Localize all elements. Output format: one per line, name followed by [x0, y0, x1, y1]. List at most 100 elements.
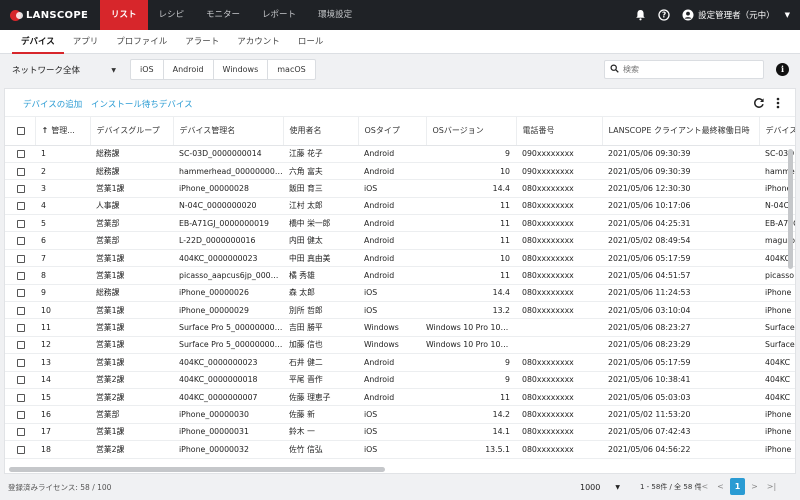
- account-icon[interactable]: [681, 8, 695, 22]
- nav-item-recipe[interactable]: レシピ: [148, 0, 196, 30]
- row-checkbox[interactable]: [17, 271, 25, 280]
- row-checkbox[interactable]: [17, 341, 25, 350]
- table-cell: 9: [35, 284, 90, 303]
- column-header-group[interactable]: デバイスグループ: [90, 117, 174, 146]
- column-header-user[interactable]: 使用者名: [283, 117, 359, 146]
- column-header-id[interactable]: ↑ 管理...: [35, 117, 91, 146]
- column-header-os-version[interactable]: OSバージョン: [426, 117, 517, 146]
- os-filter-windows[interactable]: Windows: [214, 60, 269, 79]
- nav-item-monitor[interactable]: モニター: [195, 0, 251, 30]
- more-vertical-icon[interactable]: [775, 96, 781, 110]
- table-row[interactable]: 16 営業部 iPhone_00000030 佐藤 新 iOS 14.2 080xxxxxx…: [5, 405, 795, 424]
- help-icon[interactable]: ?: [657, 8, 671, 22]
- next-page-icon[interactable]: >: [747, 478, 762, 495]
- row-checkbox[interactable]: [17, 306, 25, 315]
- row-checkbox[interactable]: [17, 202, 25, 211]
- table-row[interactable]: 15 営業2課 404KC_0000000007 佐藤 理恵子 Android 11 080…: [5, 388, 795, 407]
- row-checkbox[interactable]: [17, 411, 25, 420]
- row-checkbox[interactable]: [17, 184, 25, 193]
- row-checkbox[interactable]: [17, 445, 25, 454]
- horizontal-scrollbar[interactable]: [9, 467, 385, 472]
- table-cell: Android: [358, 266, 426, 285]
- table-row[interactable]: 12 営業1課 Surface Pro 5_0000000045 加藤 信也 Windo…: [5, 336, 795, 355]
- add-device-link[interactable]: デバイスの追加: [23, 98, 82, 110]
- nav-item-report[interactable]: レポート: [251, 0, 307, 30]
- device-table-container[interactable]: ↑ 管理... デバイスグループ デバイス管理名 使用者名 OSタイプ OSバージ…: [5, 117, 795, 465]
- table-row[interactable]: 17 営業1課 iPhone_00000031 鈴木 一 iOS 14.1 080xxxxx…: [5, 423, 795, 442]
- prev-page-icon[interactable]: <: [713, 478, 728, 495]
- table-row[interactable]: 9 総務課 iPhone_00000026 森 太郎 iOS 14.4 080xxxxxxx…: [5, 284, 795, 303]
- table-row[interactable]: 11 営業1課 Surface Pro 5_0000000044 吉田 勝平 Windo…: [5, 318, 795, 337]
- bell-icon[interactable]: [633, 8, 647, 22]
- tab-roles[interactable]: ロール: [289, 30, 333, 54]
- logo[interactable]: LANSCOPE: [0, 0, 100, 30]
- table-cell: 11: [426, 266, 516, 285]
- os-filter-android[interactable]: Android: [164, 60, 214, 79]
- tab-accounts[interactable]: アカウント: [228, 30, 289, 54]
- row-checkbox[interactable]: [17, 150, 25, 159]
- row-checkbox-cell: [5, 284, 35, 303]
- refresh-icon[interactable]: [753, 97, 765, 109]
- row-checkbox[interactable]: [17, 376, 25, 385]
- row-checkbox-cell: [5, 336, 35, 355]
- row-checkbox-cell: [5, 231, 35, 250]
- table-cell: 2021/05/06 08:23:27: [602, 318, 759, 337]
- row-checkbox[interactable]: [17, 254, 25, 263]
- table-row[interactable]: 13 営業1課 404KC_0000000023 石井 健二 Android 9 080xx…: [5, 353, 795, 372]
- table-row[interactable]: 5 営業部 EB-A71GJ_0000000019 橋中 栄一郎 Android 11 08…: [5, 214, 795, 233]
- table-cell: 3: [35, 179, 90, 198]
- table-cell: Android: [358, 249, 426, 268]
- select-all-checkbox[interactable]: [17, 126, 25, 135]
- table-row[interactable]: 3 営業1課 iPhone_00000028 飯田 育三 iOS 14.4 080xxxxx…: [5, 179, 795, 198]
- os-filter-macos[interactable]: macOS: [268, 60, 314, 79]
- table-cell: 5: [35, 214, 90, 233]
- column-header-device[interactable]: デバイス: [759, 117, 795, 146]
- tab-alerts[interactable]: アラート: [176, 30, 228, 54]
- table-row[interactable]: 14 営業2課 404KC_0000000018 平尾 晋作 Android 9 080xx…: [5, 371, 795, 389]
- pending-install-link[interactable]: インストール待ちデバイス: [91, 98, 193, 110]
- network-select[interactable]: ネットワーク全体 ▼: [8, 62, 120, 78]
- os-filter-ios[interactable]: iOS: [131, 60, 164, 79]
- page-current[interactable]: 1: [730, 478, 745, 495]
- tab-devices[interactable]: デバイス: [12, 30, 64, 54]
- table-row[interactable]: 2 総務課 hammerhead_0000000059 六角 富夫 Android 10 0…: [5, 162, 795, 181]
- column-header-last-active[interactable]: LANSCOPE クライアント最終稼働日時: [602, 117, 760, 146]
- last-page-icon[interactable]: >|: [764, 478, 779, 495]
- table-row[interactable]: 6 営業部 L-22D_0000000016 内田 健太 Android 11 080xxx…: [5, 231, 795, 250]
- nav-item-settings[interactable]: 環境設定: [307, 0, 363, 30]
- table-row[interactable]: 7 営業1課 404KC_0000000023 中田 真由美 Android 10 080x…: [5, 249, 795, 268]
- nav-item-list[interactable]: リスト: [100, 0, 148, 30]
- table-row[interactable]: 10 営業1課 iPhone_00000029 別所 哲郎 iOS 13.2 080xxxx…: [5, 301, 795, 320]
- first-page-icon[interactable]: |<: [696, 478, 711, 495]
- row-checkbox[interactable]: [17, 393, 25, 402]
- per-page-select[interactable]: 1000 ▼: [580, 479, 620, 495]
- table-cell: 404KC_0000000018: [173, 371, 283, 389]
- info-icon[interactable]: i: [776, 63, 789, 76]
- table-row[interactable]: 8営業1課picasso_aapcus6jp_0000000...橘 秀雄And…: [5, 266, 795, 285]
- table-cell: 404KC_0000000007: [173, 388, 283, 407]
- table-cell: 2021/05/06 05:17:59: [602, 353, 759, 372]
- row-checkbox[interactable]: [17, 219, 25, 228]
- user-name[interactable]: 設定管理者（元中）: [698, 9, 775, 21]
- table-row[interactable]: 1 総務課 SC-03D_0000000014 江藤 花子 Android 9 090xxx…: [5, 145, 795, 163]
- search-input[interactable]: [623, 65, 753, 74]
- column-header-os-type[interactable]: OSタイプ: [358, 117, 427, 146]
- table-row[interactable]: 4 人事課 N-04C_0000000020 江村 太郎 Android 11 080xxx…: [5, 197, 795, 216]
- vertical-scrollbar[interactable]: [788, 149, 793, 269]
- tab-apps[interactable]: アプリ: [64, 30, 108, 54]
- row-checkbox[interactable]: [17, 167, 25, 176]
- row-checkbox[interactable]: [17, 237, 25, 246]
- row-checkbox[interactable]: [17, 324, 25, 333]
- chevron-down-icon[interactable]: ▼: [785, 11, 790, 19]
- table-row[interactable]: 18 営業2課 iPhone_00000032 佐竹 信弘 iOS 13.5.1 080xx…: [5, 440, 795, 459]
- table-cell: Android: [358, 214, 426, 233]
- table-cell: iOS: [358, 284, 426, 303]
- table-cell: 080xxxxxxxx: [516, 214, 602, 233]
- row-checkbox[interactable]: [17, 358, 25, 367]
- tab-profiles[interactable]: プロファイル: [107, 30, 176, 54]
- table-cell: 13.5.1: [426, 440, 516, 459]
- column-header-device-name[interactable]: デバイス管理名: [173, 117, 284, 146]
- row-checkbox[interactable]: [17, 428, 25, 437]
- column-header-phone[interactable]: 電話番号: [516, 117, 603, 146]
- row-checkbox[interactable]: [17, 289, 25, 298]
